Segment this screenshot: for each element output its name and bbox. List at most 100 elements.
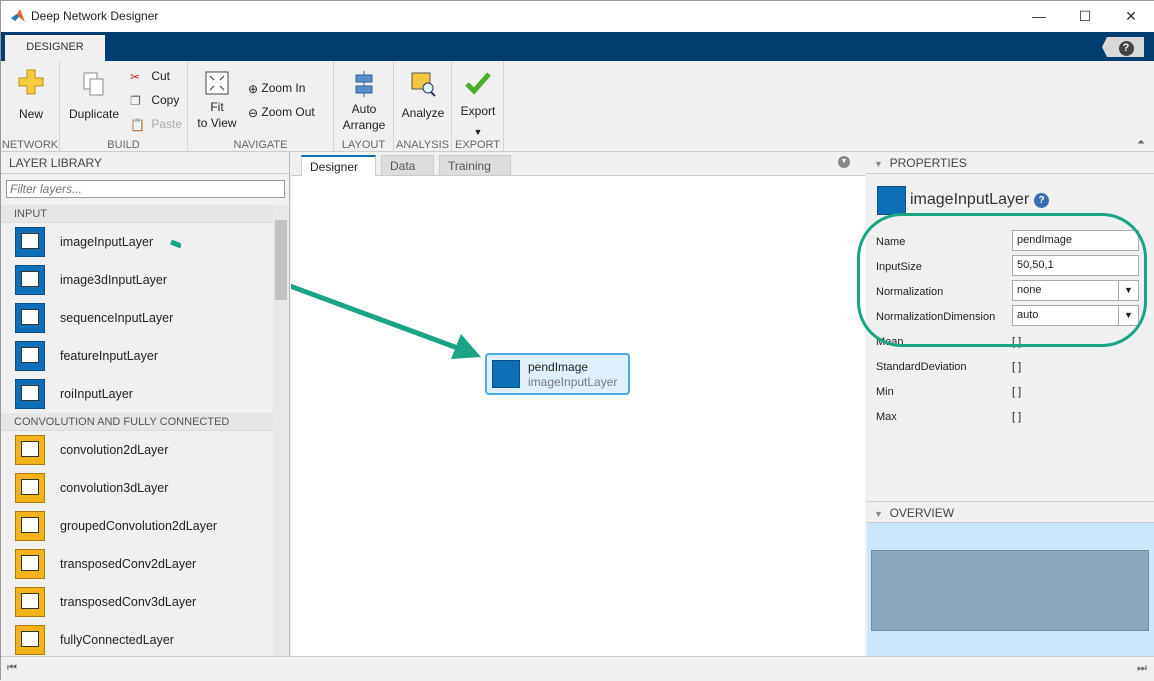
copy-button[interactable]: ❐ Copy — [130, 93, 179, 108]
conv-layer-icon — [15, 435, 45, 465]
overview-viewport[interactable] — [871, 550, 1149, 631]
layer-item-label: convolution3dLayer — [60, 481, 169, 495]
export-button[interactable]: Export ▼ — [454, 71, 502, 140]
property-label: Min — [876, 386, 894, 398]
layer-item-label: imageInputLayer — [60, 235, 154, 249]
layer-item-label: transposedConv3dLayer — [60, 595, 197, 609]
duplicate-button[interactable]: Duplicate — [66, 71, 122, 127]
auto-arrange-icon — [355, 71, 373, 97]
overview-map[interactable] — [867, 523, 1154, 657]
layer-item-sequenceinputlayer[interactable]: sequenceInputLayer — [1, 299, 273, 337]
layer-item-convolution3dlayer[interactable]: convolution3dLayer — [1, 469, 273, 507]
fit-to-view-icon — [205, 71, 229, 95]
layer-item-featureinputlayer[interactable]: featureInputLayer — [1, 337, 273, 375]
node-name: pendImage — [528, 360, 589, 374]
horizontal-scrollbar[interactable]: ⏮ ⏭ — [1, 656, 1154, 681]
help-icon[interactable]: ? — [1034, 193, 1049, 208]
matlab-logo-icon — [11, 9, 25, 22]
paste-button[interactable]: 📋 Paste — [130, 117, 182, 132]
section-network: New NETWORK — [1, 61, 60, 152]
help-icon: ? — [1118, 41, 1134, 56]
title-bar: Deep Network Designer — ☐ ✕ — [1, 1, 1154, 32]
layer-list: INPUT imageInputLayer image3dInputLayer seq… — [1, 205, 273, 656]
minimize-button[interactable]: — — [1016, 1, 1062, 32]
overview-header[interactable]: ▼ OVERVIEW — [866, 501, 1154, 523]
annotation-arrow — [291, 283, 481, 359]
layer-node-pendimage[interactable]: pendImage imageInputLayer — [485, 353, 630, 395]
scroll-start-icon[interactable]: ⏮ — [7, 662, 17, 675]
help-button[interactable]: ? — [1102, 37, 1144, 57]
collapse-triangle-icon: ▼ — [874, 159, 883, 169]
layer-item-label: convolution2dLayer — [60, 443, 169, 457]
analyze-button[interactable]: Analyze — [398, 71, 448, 125]
zoom-out-button[interactable]: ⊖ Zoom Out — [248, 105, 315, 120]
duplicate-icon — [83, 72, 104, 96]
input-layer-icon — [15, 265, 45, 295]
group-header: CONVOLUTION AND FULLY CONNECTED — [1, 413, 273, 431]
layer-item-label: image3dInputLayer — [60, 273, 168, 287]
annotation-highlight — [857, 213, 1147, 347]
checkmark-icon — [465, 72, 491, 95]
window-title: Deep Network Designer — [31, 9, 159, 23]
input-layer-icon — [15, 303, 45, 333]
layer-item-convolution2dlayer[interactable]: convolution2dLayer — [1, 431, 273, 469]
scissors-icon: ✂ — [130, 69, 141, 84]
group-header: INPUT — [1, 205, 273, 223]
plus-icon — [18, 69, 44, 95]
ribbon-tab-bar — [1, 32, 1154, 61]
property-value: [ ] — [1012, 361, 1022, 373]
paste-icon: 📋 — [130, 117, 145, 132]
zoom-out-icon: ⊖ — [248, 105, 259, 120]
conv-layer-icon — [15, 587, 45, 617]
conv-layer-icon — [15, 511, 45, 541]
property-value: [ ] — [1012, 386, 1022, 398]
zoom-in-button[interactable]: ⊕ Zoom In — [248, 81, 305, 96]
scrollbar-thumb[interactable] — [275, 220, 287, 300]
layer-item-roiinputlayer[interactable]: roiInputLayer — [1, 375, 273, 413]
section-analysis: Analyze ANALYSIS — [394, 61, 452, 152]
tab-designer[interactable]: DESIGNER — [5, 35, 105, 61]
conv-layer-icon — [15, 549, 45, 579]
analyze-icon — [411, 72, 436, 97]
canvas-area: Designer Data Training ▼ pendImage image… — [291, 152, 865, 656]
cut-button[interactable]: ✂ Cut — [130, 69, 170, 84]
node-type: imageInputLayer — [528, 375, 618, 389]
new-button[interactable]: New — [9, 69, 53, 129]
filter-layers-input[interactable] — [6, 180, 285, 198]
section-build: Duplicate ✂ Cut ❐ Copy 📋 Paste BUILD — [60, 61, 188, 152]
section-layout: Auto Arrange LAYOUT — [334, 61, 394, 152]
properties-header[interactable]: ▼ PROPERTIES — [866, 152, 1154, 174]
property-label: Max — [876, 411, 897, 423]
layer-item-label: roiInputLayer — [60, 387, 133, 401]
section-navigate: Fit to View ⊕ Zoom In ⊖ Zoom Out NAVIGATE — [188, 61, 334, 152]
layer-library-header: LAYER LIBRARY — [1, 152, 289, 174]
layer-library-panel: LAYER LIBRARY INPUT imageInputLayer image3… — [1, 152, 290, 656]
layer-item-image3dinputlayer[interactable]: image3dInputLayer — [1, 261, 273, 299]
layer-item-groupedconvolution2dlayer[interactable]: groupedConvolution2dLayer — [1, 507, 273, 545]
conv-layer-icon — [15, 625, 45, 655]
property-label: StandardDeviation — [876, 361, 967, 373]
input-layer-icon — [15, 379, 45, 409]
toolstrip: New NETWORK Duplicate ✂ Cut ❐ Copy 📋 Pas… — [1, 61, 1154, 152]
layer-item-label: fullyConnectedLayer — [60, 633, 174, 647]
arrow-tail — [170, 239, 181, 249]
auto-arrange-button[interactable]: Auto Arrange — [339, 71, 389, 133]
layer-type-title: imageInputLayer — [910, 191, 1030, 208]
layer-item-transposedconv3dlayer[interactable]: transposedConv3dLayer — [1, 583, 273, 621]
layer-item-transposedconv2dlayer[interactable]: transposedConv2dLayer — [1, 545, 273, 583]
collapse-toolstrip-icon[interactable]: ⏶ — [1137, 137, 1145, 148]
collapse-triangle-icon: ▼ — [874, 509, 883, 519]
section-export: Export ▼ EXPORT — [452, 61, 504, 152]
fit-to-view-button[interactable]: Fit to View — [192, 71, 242, 131]
input-layer-icon — [15, 227, 45, 257]
conv-layer-icon — [15, 473, 45, 503]
close-button[interactable]: ✕ — [1108, 1, 1154, 32]
maximize-button[interactable]: ☐ — [1062, 1, 1108, 32]
image-input-layer-icon — [877, 186, 906, 215]
layer-item-imageinputlayer[interactable]: imageInputLayer — [1, 223, 273, 261]
dropdown-arrow-icon: ▼ — [473, 127, 483, 137]
image-input-layer-icon — [492, 360, 520, 388]
input-layer-icon — [15, 341, 45, 371]
layer-item-fullyconnectedlayer[interactable]: fullyConnectedLayer — [1, 621, 273, 656]
scroll-end-icon[interactable]: ⏭ — [1137, 662, 1147, 675]
